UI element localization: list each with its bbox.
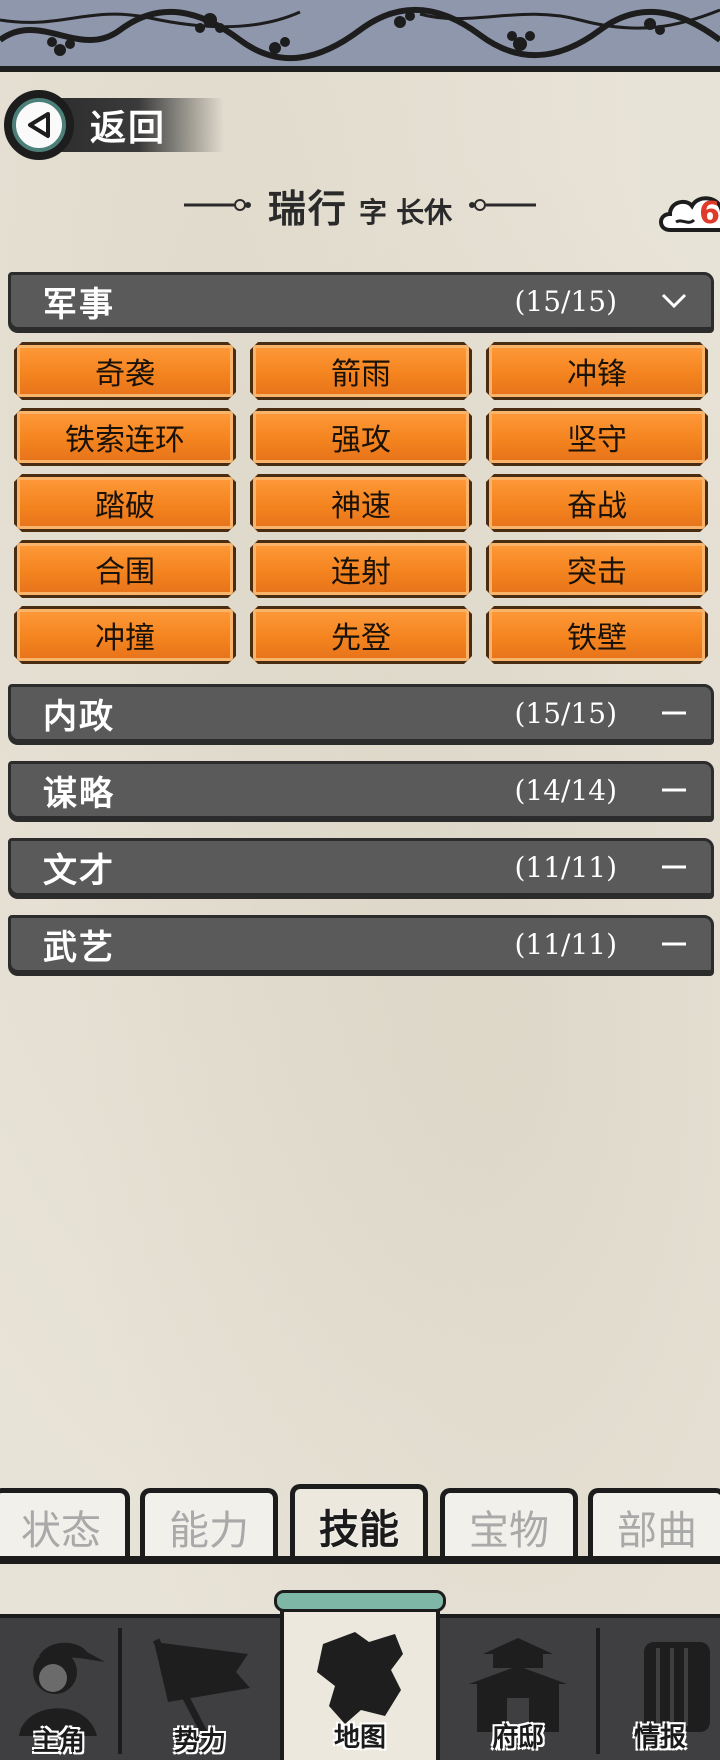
right-ornament-icon [469, 199, 537, 211]
skill-button[interactable]: 铁索连环 [14, 408, 236, 466]
nav-intel[interactable]: 情报 [600, 1614, 720, 1760]
back-circle [4, 90, 74, 160]
category-martial[interactable]: 武艺 (11/11) [8, 915, 714, 973]
category-name: 武艺 [43, 927, 115, 968]
military-skills-grid: 奇袭 箭雨 冲锋 铁索连环 强攻 坚守 踏破 神速 奋战 合围 连射 突击 冲撞… [14, 342, 710, 664]
section-tabs: 状态 能力 技能 宝物 部曲 [0, 1484, 720, 1564]
collapse-dash-icon[interactable] [659, 698, 689, 728]
collapse-dash-icon[interactable] [659, 929, 689, 959]
nav-protagonist[interactable]: 主角 [0, 1618, 118, 1760]
left-ornament-icon [183, 199, 251, 211]
nav-map[interactable]: 地图 [280, 1604, 440, 1760]
category-name: 文才 [43, 850, 115, 891]
skill-button[interactable]: 箭雨 [250, 342, 472, 400]
category-literary[interactable]: 文才 (11/11) [8, 838, 714, 896]
skill-button[interactable]: 奇袭 [14, 342, 236, 400]
skill-button[interactable]: 奋战 [486, 474, 708, 532]
skill-button[interactable]: 铁壁 [486, 606, 708, 664]
nav-label: 地图 [333, 1723, 386, 1753]
nav-faction[interactable]: 势力 [122, 1618, 278, 1760]
courtesy-name: 长休 [396, 195, 453, 229]
category-military[interactable]: 军事 (15/15) [8, 272, 714, 330]
tabs-divider [0, 1556, 720, 1564]
collapse-dash-icon[interactable] [659, 775, 689, 805]
nav-label: 势力 [173, 1727, 226, 1757]
skill-button[interactable]: 先登 [250, 606, 472, 664]
top-decorative-banner [0, 0, 720, 72]
category-count: (14/14) [514, 773, 617, 807]
skill-button[interactable]: 连射 [250, 540, 472, 598]
character-title: 瑞行 字 长休 [0, 170, 720, 240]
cloud-badge-number: 6 [699, 196, 720, 231]
category-name: 军事 [43, 284, 115, 325]
tab-ability[interactable]: 能力 [140, 1488, 278, 1560]
tab-troops[interactable]: 部曲 [588, 1488, 720, 1560]
category-count: (11/11) [514, 927, 617, 961]
skill-button[interactable]: 神速 [250, 474, 472, 532]
collapse-dash-icon[interactable] [659, 852, 689, 882]
triangle-left-icon [28, 112, 50, 138]
category-strategy[interactable]: 谋略 (14/14) [8, 761, 714, 819]
skill-button[interactable]: 坚守 [486, 408, 708, 466]
back-label: 返回 [90, 108, 167, 149]
skill-button[interactable]: 冲锋 [486, 342, 708, 400]
category-count: (15/15) [514, 696, 617, 730]
tab-skills[interactable]: 技能 [290, 1484, 428, 1562]
nav-label: 府邸 [491, 1723, 544, 1753]
skill-button[interactable]: 突击 [486, 540, 708, 598]
category-count: (11/11) [514, 850, 617, 884]
skill-button[interactable]: 强攻 [250, 408, 472, 466]
character-name: 瑞行 [267, 186, 348, 231]
zi-label: 字 [358, 195, 387, 229]
skill-button[interactable]: 踏破 [14, 474, 236, 532]
nav-label: 主角 [32, 1727, 85, 1757]
category-name: 谋略 [43, 773, 115, 814]
nav-label: 情报 [633, 1723, 686, 1753]
skill-button[interactable]: 合围 [14, 540, 236, 598]
nav-mansion[interactable]: 府邸 [440, 1614, 596, 1760]
tab-treasure[interactable]: 宝物 [440, 1488, 578, 1560]
back-button[interactable]: 返回 [4, 90, 224, 160]
category-governance[interactable]: 内政 (15/15) [8, 684, 714, 742]
skill-button[interactable]: 冲撞 [14, 606, 236, 664]
tab-status[interactable]: 状态 [0, 1488, 130, 1560]
category-count: (15/15) [514, 284, 617, 318]
category-name: 内政 [43, 696, 115, 737]
vine-decoration-icon [0, 7, 720, 62]
chevron-down-icon[interactable] [659, 286, 689, 316]
